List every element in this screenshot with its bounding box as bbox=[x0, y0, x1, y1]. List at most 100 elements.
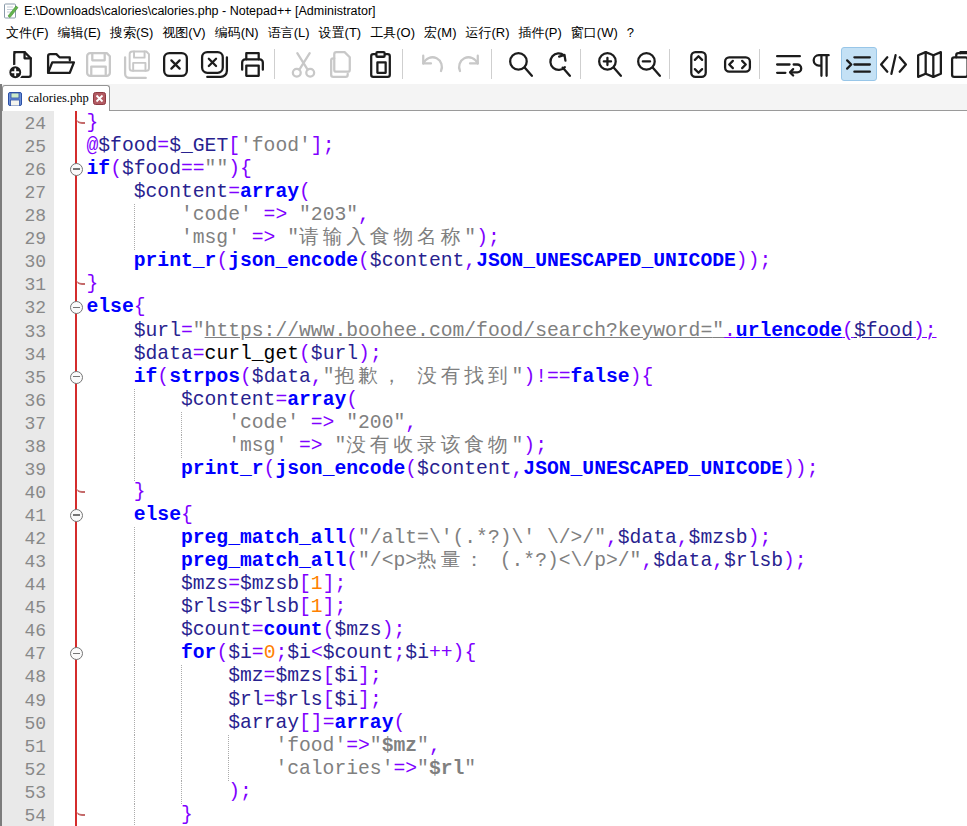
menu-item-8[interactable]: 宏(M) bbox=[421, 22, 460, 44]
code-line-48[interactable]: 48 $mz=$mzs[$i]; bbox=[2, 665, 967, 688]
code-line-39[interactable]: 39 print_r(json_encode($content,JSON_UNE… bbox=[2, 458, 967, 481]
line-number[interactable]: 37 bbox=[2, 413, 46, 436]
line-number[interactable]: 52 bbox=[2, 759, 46, 782]
line-number[interactable]: 43 bbox=[2, 551, 46, 574]
code-line-35[interactable]: 35 if(strpos($data,"抱歉， 没有找到")!==false){ bbox=[2, 366, 967, 389]
menu-item-7[interactable]: 工具(O) bbox=[367, 22, 418, 44]
fold-collapse-marker[interactable] bbox=[70, 301, 83, 314]
code-line-42[interactable]: 42 preg_match_all("/alt=\'(.*?)\' \/>/",… bbox=[2, 527, 967, 550]
show-indent-guide-button[interactable] bbox=[841, 47, 877, 81]
close-all-button[interactable] bbox=[196, 47, 232, 81]
line-number[interactable]: 40 bbox=[2, 482, 46, 505]
open-file-button[interactable] bbox=[42, 47, 78, 81]
redo-button[interactable] bbox=[451, 47, 487, 81]
code-line-27[interactable]: 27 $content=array( bbox=[2, 181, 967, 204]
code-line-37[interactable]: 37 'code' => "200", bbox=[2, 412, 967, 435]
line-number[interactable]: 42 bbox=[2, 528, 46, 551]
line-number[interactable]: 31 bbox=[2, 274, 46, 297]
fold-collapse-marker[interactable] bbox=[70, 509, 83, 522]
line-number[interactable]: 28 bbox=[2, 205, 46, 228]
line-number[interactable]: 27 bbox=[2, 182, 46, 205]
close-button[interactable] bbox=[158, 47, 194, 81]
code-line-26[interactable]: 26if($food==""){ bbox=[2, 158, 967, 181]
code-line-25[interactable]: 25@$food=$_GET['food']; bbox=[2, 135, 967, 158]
code-line-30[interactable]: 30 print_r(json_encode($content,JSON_UNE… bbox=[2, 250, 967, 273]
code-line-36[interactable]: 36 $content=array( bbox=[2, 389, 967, 412]
code-line-54[interactable]: 54 } bbox=[2, 804, 967, 826]
code-line-40[interactable]: 40 } bbox=[2, 481, 967, 504]
line-number[interactable]: 39 bbox=[2, 459, 46, 482]
find-button[interactable] bbox=[502, 47, 538, 81]
line-number[interactable]: 53 bbox=[2, 782, 46, 805]
code-line-29[interactable]: 29 'msg' => "请输入食物名称"); bbox=[2, 227, 967, 250]
print-button[interactable] bbox=[234, 47, 270, 81]
code-line-49[interactable]: 49 $rl=$rls[$i]; bbox=[2, 689, 967, 712]
menu-item-4[interactable]: 编码(N) bbox=[212, 22, 262, 44]
code-line-32[interactable]: 32else{ bbox=[2, 296, 967, 319]
line-number[interactable]: 34 bbox=[2, 344, 46, 367]
menu-item-9[interactable]: 运行(R) bbox=[462, 22, 512, 44]
line-number[interactable]: 47 bbox=[2, 643, 46, 666]
line-number[interactable]: 50 bbox=[2, 713, 46, 736]
code-line-44[interactable]: 44 $mzs=$mzsb[1]; bbox=[2, 573, 967, 596]
tab-calories-php[interactable]: calories.php bbox=[2, 85, 110, 111]
show-all-characters-button[interactable] bbox=[805, 47, 841, 81]
replace-button[interactable] bbox=[541, 47, 577, 81]
code-line-46[interactable]: 46 $count=count($mzs); bbox=[2, 619, 967, 642]
code-line-51[interactable]: 51 'food'=>"$mz", bbox=[2, 735, 967, 758]
save-all-button[interactable] bbox=[119, 47, 155, 81]
code-line-28[interactable]: 28 'code' => "203", bbox=[2, 204, 967, 227]
code-line-33[interactable]: 33 $url="https://www.boohee.com/food/sea… bbox=[2, 320, 967, 343]
menu-item-6[interactable]: 设置(T) bbox=[316, 22, 365, 44]
word-wrap-button[interactable] bbox=[770, 47, 806, 81]
zoom-in-button[interactable] bbox=[592, 47, 628, 81]
line-number[interactable]: 45 bbox=[2, 597, 46, 620]
code-line-43[interactable]: 43 preg_match_all("/<p>热量： (.*?)<\/p>/",… bbox=[2, 550, 967, 573]
menu-item-0[interactable]: 文件(F) bbox=[3, 22, 52, 44]
line-number[interactable]: 41 bbox=[2, 505, 46, 528]
new-file-button[interactable] bbox=[4, 47, 40, 81]
copy-button[interactable] bbox=[324, 47, 360, 81]
line-number[interactable]: 33 bbox=[2, 321, 46, 344]
code-line-38[interactable]: 38 'msg' => "没有收录该食物"); bbox=[2, 435, 967, 458]
document-list-button[interactable] bbox=[946, 47, 967, 81]
code-line-31[interactable]: 31} bbox=[2, 273, 967, 296]
document-map-button[interactable] bbox=[911, 47, 947, 81]
menu-item-1[interactable]: 编辑(E) bbox=[55, 22, 104, 44]
menu-item-12[interactable]: ? bbox=[624, 22, 637, 44]
tab-close-icon[interactable] bbox=[93, 92, 106, 105]
save-button[interactable] bbox=[81, 47, 117, 81]
line-number[interactable]: 44 bbox=[2, 574, 46, 597]
code-line-47[interactable]: 47 for($i=0;$i<$count;$i++){ bbox=[2, 642, 967, 665]
fold-collapse-marker[interactable] bbox=[70, 163, 83, 176]
code-line-34[interactable]: 34 $data=curl_get($url); bbox=[2, 343, 967, 366]
code-line-45[interactable]: 45 $rls=$rlsb[1]; bbox=[2, 596, 967, 619]
code-line-52[interactable]: 52 'calories'=>"$rl" bbox=[2, 758, 967, 781]
line-number[interactable]: 38 bbox=[2, 436, 46, 459]
line-number[interactable]: 35 bbox=[2, 367, 46, 390]
menu-item-10[interactable]: 插件(P) bbox=[516, 22, 565, 44]
menu-item-3[interactable]: 视图(V) bbox=[159, 22, 208, 44]
menu-item-2[interactable]: 搜索(S) bbox=[107, 22, 156, 44]
line-number[interactable]: 36 bbox=[2, 390, 46, 413]
line-number[interactable]: 25 bbox=[2, 136, 46, 159]
line-number[interactable]: 26 bbox=[2, 159, 46, 182]
line-number[interactable]: 48 bbox=[2, 666, 46, 689]
code-line-41[interactable]: 41 else{ bbox=[2, 504, 967, 527]
line-number[interactable]: 30 bbox=[2, 251, 46, 274]
line-number[interactable]: 32 bbox=[2, 297, 46, 320]
sync-vertical-scroll-button[interactable] bbox=[681, 47, 717, 81]
line-number[interactable]: 49 bbox=[2, 690, 46, 713]
line-number[interactable]: 54 bbox=[2, 805, 46, 826]
zoom-out-button[interactable] bbox=[630, 47, 666, 81]
menu-item-11[interactable]: 窗口(W) bbox=[568, 22, 621, 44]
paste-button[interactable] bbox=[362, 47, 398, 81]
code-line-50[interactable]: 50 $array[]=array( bbox=[2, 712, 967, 735]
code-editor[interactable]: 24}25@$food=$_GET['food'];26if($food==""… bbox=[0, 111, 967, 826]
undo-button[interactable] bbox=[413, 47, 449, 81]
line-number[interactable]: 46 bbox=[2, 620, 46, 643]
line-number[interactable]: 29 bbox=[2, 228, 46, 251]
code-line-24[interactable]: 24} bbox=[2, 112, 967, 135]
fold-collapse-marker[interactable] bbox=[70, 371, 83, 384]
sync-horizontal-scroll-button[interactable] bbox=[719, 47, 755, 81]
